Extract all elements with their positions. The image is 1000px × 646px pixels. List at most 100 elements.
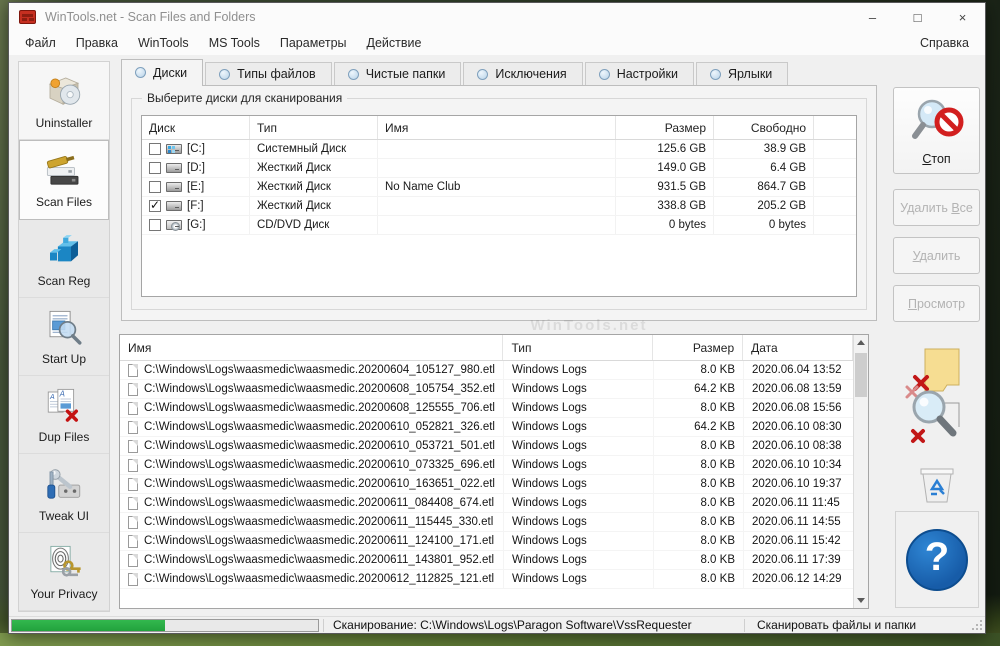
file-icon [128,382,138,396]
file-list-row[interactable]: C:\Windows\Logs\waasmedic\waasmedic.2020… [120,494,868,513]
drive-name [378,159,616,177]
file-list-row[interactable]: C:\Windows\Logs\waasmedic\waasmedic.2020… [120,380,868,399]
sidebar-item-dup-files[interactable]: A A Dup Files [19,376,109,455]
file-path: C:\Windows\Logs\waasmedic\waasmedic.2020… [144,402,495,414]
file-path: C:\Windows\Logs\waasmedic\waasmedic.2020… [144,573,495,585]
svg-text:A: A [59,390,65,399]
sidebar-item-start-up[interactable]: Start Up [19,298,109,377]
tab-radio-icon [135,67,146,78]
file-list-scrollbar[interactable] [853,335,868,608]
disk-checkbox[interactable] [149,162,161,174]
resize-grip[interactable] [971,619,984,632]
file-list: Имя Тип Размер Дата C:\Windows\Logs\waas… [119,334,869,609]
disk-checkbox[interactable] [149,143,161,155]
delete-all-button[interactable]: Удалить Все [893,189,980,226]
menu-edit[interactable]: Правка [66,33,128,53]
menu-wintools[interactable]: WinTools [128,33,199,53]
minimize-button[interactable]: – [850,3,895,31]
menu-help[interactable]: Справка [910,33,979,53]
disk-table-row[interactable]: [D:] Жесткий Диск 149.0 GB 6.4 GB [142,159,856,178]
file-date: 2020.06.11 14:55 [744,513,854,531]
file-type: Windows Logs [504,570,654,588]
sidebar-item-your-privacy[interactable]: Your Privacy [19,533,109,611]
sidebar-item-scan-files[interactable]: Scan Files [19,140,109,220]
file-icon [128,401,138,415]
file-size: 8.0 KB [654,475,744,493]
tab-shortcuts[interactable]: Ярлыки [696,62,789,86]
file-type: Windows Logs [504,418,654,436]
disk-table-row[interactable]: [C:] Системный Диск 125.6 GB 38.9 GB [142,140,856,159]
help-button[interactable]: ? [895,511,979,608]
drive-size: 931.5 GB [616,178,714,196]
menu-options[interactable]: Параметры [270,33,357,53]
file-list-row[interactable]: C:\Windows\Logs\waasmedic\waasmedic.2020… [120,513,868,532]
file-list-row[interactable]: C:\Windows\Logs\waasmedic\waasmedic.2020… [120,418,868,437]
scroll-up-icon[interactable] [854,335,868,350]
drive-free: 864.7 GB [714,178,814,196]
tab-disks[interactable]: Диски [121,59,204,86]
tab-radio-icon [477,68,489,80]
title-bar: WinTools.net - Scan Files and Folders – … [9,3,985,31]
scroll-down-icon[interactable] [854,593,868,608]
disk-checkbox[interactable] [149,219,161,231]
file-type: Windows Logs [504,513,654,531]
drive-letter: [D:] [187,162,205,174]
drive-icon [166,163,182,173]
sidebar-item-uninstaller[interactable]: Uninstaller [19,62,109,141]
tab-file-types[interactable]: Типы файлов [205,62,332,86]
svg-text:A: A [49,394,55,401]
drive-size: 0 bytes [616,216,714,234]
stop-button[interactable]: Стоп [893,87,980,174]
scanning-status-text: Сканирование: C:\Windows\Logs\Paragon So… [333,618,692,632]
main-area: Uninstaller Scan Files Scan Reg Start Up… [9,55,985,616]
disk-checkbox[interactable] [149,181,161,193]
menu-mstools[interactable]: MS Tools [199,33,270,53]
maximize-button[interactable]: □ [895,3,940,31]
view-button[interactable]: Просмотр [893,285,980,322]
disk-table-row[interactable]: [F:] Жесткий Диск 338.8 GB 205.2 GB [142,197,856,216]
file-list-row[interactable]: C:\Windows\Logs\waasmedic\waasmedic.2020… [120,475,868,494]
file-size: 8.0 KB [654,551,744,569]
file-size: 64.2 KB [654,380,744,398]
file-size: 8.0 KB [654,361,744,379]
drive-size: 125.6 GB [616,140,714,158]
file-icon [128,496,138,510]
file-date: 2020.06.12 14:29 [744,570,854,588]
drive-size: 338.8 GB [616,197,714,215]
delete-button[interactable]: Удалить [893,237,980,274]
sidebar-item-scan-reg[interactable]: Scan Reg [19,220,109,298]
file-icon [128,515,138,529]
file-list-body: C:\Windows\Logs\waasmedic\waasmedic.2020… [120,361,868,589]
sidebar-item-tweak-ui[interactable]: Tweak UI [19,454,109,533]
file-list-row[interactable]: C:\Windows\Logs\waasmedic\waasmedic.2020… [120,570,868,589]
file-list-row[interactable]: C:\Windows\Logs\waasmedic\waasmedic.2020… [120,437,868,456]
drive-free: 205.2 GB [714,197,814,215]
disk-table-body: [C:] Системный Диск 125.6 GB 38.9 GB [D:… [142,140,856,235]
tab-empty-folders[interactable]: Чистые папки [333,62,462,86]
menu-bar: Файл Правка WinTools MS Tools Параметры … [9,31,985,55]
file-date: 2020.06.10 08:38 [744,437,854,455]
disk-table-row[interactable]: [G:] CD/DVD Диск 0 bytes 0 bytes [142,216,856,235]
file-list-row[interactable]: C:\Windows\Logs\waasmedic\waasmedic.2020… [120,532,868,551]
drive-type: CD/DVD Диск [250,216,378,234]
file-list-row[interactable]: C:\Windows\Logs\waasmedic\waasmedic.2020… [120,361,868,380]
file-date: 2020.06.08 15:56 [744,399,854,417]
file-list-row[interactable]: C:\Windows\Logs\waasmedic\waasmedic.2020… [120,551,868,570]
tab-radio-icon [219,68,231,80]
drive-type: Жесткий Диск [250,178,378,196]
tweak-ui-icon [47,468,81,499]
disk-table-row[interactable]: [E:] Жесткий Диск No Name Club 931.5 GB … [142,178,856,197]
close-button[interactable]: × [940,3,985,31]
file-list-row[interactable]: C:\Windows\Logs\waasmedic\waasmedic.2020… [120,399,868,418]
disk-checkbox[interactable] [149,198,161,212]
tab-settings[interactable]: Настройки [584,62,694,86]
file-list-row[interactable]: C:\Windows\Logs\waasmedic\waasmedic.2020… [120,456,868,475]
menu-file[interactable]: Файл [15,33,66,53]
tab-exclusions[interactable]: Исключения [463,62,583,86]
menu-action[interactable]: Действие [357,33,432,53]
drive-icon [166,182,182,192]
scan-folder-icon[interactable] [901,343,973,453]
recycle-bin-icon[interactable] [914,461,960,507]
file-path: C:\Windows\Logs\waasmedic\waasmedic.2020… [144,364,495,376]
scrollbar-thumb[interactable] [855,353,867,397]
